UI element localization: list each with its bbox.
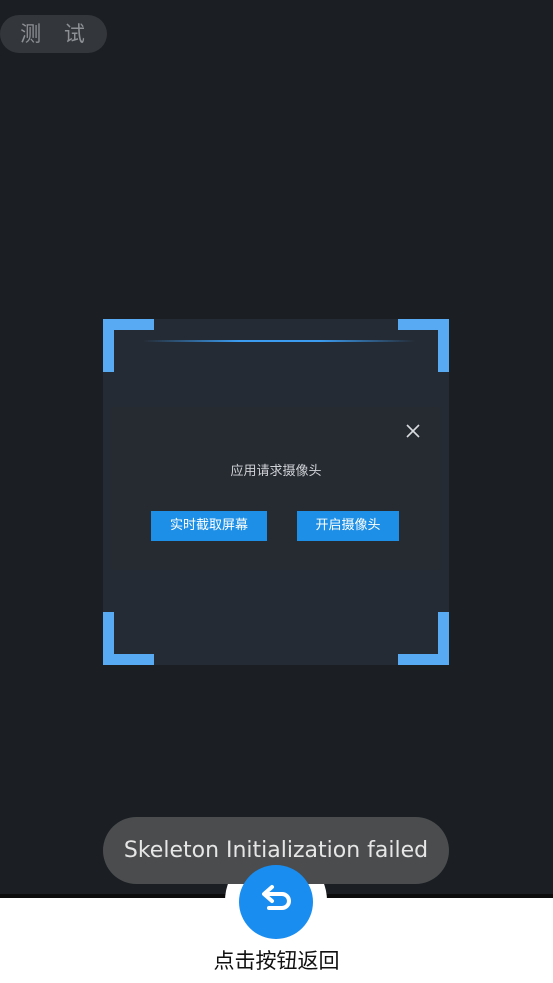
back-button[interactable]	[239, 865, 313, 939]
test-badge[interactable]: 测 试	[0, 15, 107, 53]
open-camera-button[interactable]: 开启摄像头	[297, 511, 399, 541]
frame-corner-top-left	[103, 319, 154, 372]
scanner-frame: 应用请求摄像头 实时截取屏幕 开启摄像头	[103, 319, 449, 665]
frame-corner-bottom-right	[398, 612, 449, 665]
frame-corner-bottom-left	[103, 612, 154, 665]
scan-line	[143, 340, 415, 342]
dialog-message: 应用请求摄像头	[230, 464, 322, 479]
capture-screen-button[interactable]: 实时截取屏幕	[151, 511, 267, 541]
camera-permission-dialog: 应用请求摄像头 实时截取屏幕 开启摄像头	[111, 407, 441, 570]
close-icon[interactable]	[403, 421, 423, 441]
back-label: 点击按钮返回	[213, 949, 340, 973]
frame-corner-top-right	[398, 319, 449, 372]
undo-arrow-icon	[262, 885, 291, 910]
